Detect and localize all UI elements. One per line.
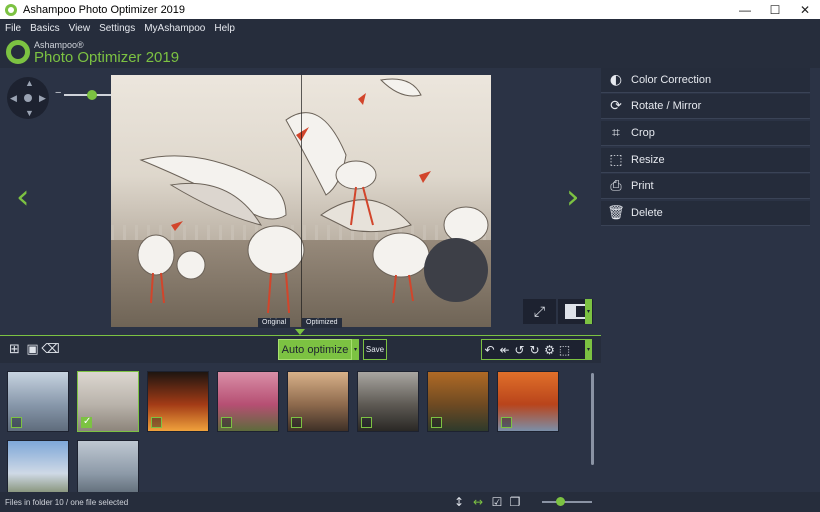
clear-broom-icon[interactable]: ⌫	[41, 341, 59, 357]
panel-item-rotate-mirror[interactable]: ⟳ Rotate / Mirror	[601, 94, 810, 119]
panel-item-resize[interactable]: ⬚ Resize	[601, 148, 810, 173]
next-image-button[interactable]: ›	[566, 180, 580, 214]
comparison-divider[interactable]	[301, 75, 302, 327]
panel-item-crop[interactable]: ⌗ Crop	[601, 121, 810, 146]
brand-product: Photo Optimizer 2019	[34, 49, 180, 66]
rotate-icon: ⟳	[610, 98, 622, 114]
menu-bar: File Basics View Settings MyAshampoo Hel…	[0, 19, 820, 37]
rotate-left-icon[interactable]: ↺	[512, 343, 527, 357]
crop-icon: ⌗	[612, 125, 620, 141]
zoom-knob[interactable]	[87, 90, 97, 100]
preview-image[interactable]	[111, 75, 491, 327]
menu-basics[interactable]: Basics	[30, 23, 59, 34]
previous-image-button[interactable]: ‹	[16, 180, 30, 214]
brand-header: Ashampoo® Photo Optimizer 2019	[0, 37, 820, 68]
split-view-icon	[564, 304, 587, 319]
save-button[interactable]: Save	[363, 339, 387, 360]
thumbnail-checkbox[interactable]	[81, 416, 92, 428]
thumbnail-checkbox[interactable]	[501, 417, 512, 428]
thumbnail-checkbox[interactable]	[151, 417, 162, 428]
file-count-status: Files in folder 10 / one file selected	[5, 497, 129, 507]
thumbnail-autumn-temple[interactable]	[427, 371, 489, 432]
thumbnail-checkbox[interactable]	[431, 417, 442, 428]
brand-logo-icon	[6, 40, 30, 64]
print-icon: ⎙	[610, 178, 622, 194]
panel-item-label: Rotate / Mirror	[631, 100, 702, 112]
thumbnail-storm-clouds[interactable]	[357, 371, 419, 432]
menu-myashampoo[interactable]: MyAshampoo	[144, 23, 205, 34]
panel-item-label: Crop	[631, 127, 655, 139]
thumbnail-checkbox[interactable]	[221, 417, 232, 428]
title-bar: Ashampoo Photo Optimizer 2019 — ☐ ✕	[0, 0, 820, 19]
undo-all-icon[interactable]: ↞	[497, 343, 512, 357]
thumbnail-skyscrapers[interactable]	[7, 371, 69, 432]
thumbnail-checkbox[interactable]	[361, 417, 372, 428]
pan-left-icon[interactable]: ◀	[10, 93, 17, 104]
menu-view[interactable]: View	[69, 23, 91, 34]
undo-icon[interactable]: ↶	[482, 343, 497, 357]
panel-item-label: Print	[631, 180, 654, 192]
thumbnail-checkbox[interactable]	[291, 417, 302, 428]
optimized-label: Optimized	[302, 318, 342, 328]
check-all-icon[interactable]: ☑	[490, 495, 504, 509]
panel-item-label: Color Correction	[631, 74, 712, 86]
pan-right-icon[interactable]: ▶	[39, 93, 46, 104]
thumbnail-autumn-tree[interactable]	[497, 371, 559, 432]
thumbnail-size-slider[interactable]	[542, 501, 592, 503]
auto-optimize-button[interactable]: Auto optimize	[278, 339, 352, 360]
toolbar-dropdown[interactable]: ▾	[585, 339, 592, 360]
panel-item-color-correction[interactable]: ◐ Color Correction	[601, 68, 810, 93]
panel-item-label: Delete	[631, 207, 663, 219]
thumbnail-grid	[0, 363, 601, 501]
menu-file[interactable]: File	[5, 23, 21, 34]
panel-item-delete[interactable]: 🗑 Delete	[601, 201, 810, 226]
menu-help[interactable]: Help	[214, 23, 235, 34]
thumbnail-checkbox[interactable]	[11, 417, 22, 428]
menu-settings[interactable]: Settings	[99, 23, 135, 34]
rotate-right-icon[interactable]: ↻	[527, 343, 542, 357]
pan-up-icon[interactable]: ▲	[25, 78, 34, 88]
thumbnail-seagulls[interactable]	[77, 371, 139, 432]
rotate-toolbar: ↶ ↞ ↺ ↻ ⚙ ⬚	[481, 339, 592, 360]
pan-navigator[interactable]: ▲ ▼ ◀ ▶	[7, 77, 49, 119]
original-label: Original	[258, 318, 291, 328]
app-logo-icon	[5, 3, 17, 16]
pan-down-icon[interactable]: ▼	[25, 108, 34, 118]
comparison-view-dropdown[interactable]: ▾	[585, 299, 592, 324]
horizontal-layout-icon[interactable]: ↔	[471, 495, 485, 509]
status-bar: Files in folder 10 / one file selected ↕…	[0, 492, 820, 512]
color-correction-icon: ◐	[609, 72, 623, 88]
expand-icon: ⤢	[533, 303, 546, 319]
thumbnail-blossoms[interactable]	[217, 371, 279, 432]
close-button[interactable]: ✕	[790, 0, 820, 19]
thumbnail-scrollbar[interactable]	[591, 373, 594, 465]
action-toolbar: ⊞ ▣ ⌫ Auto optimize ▾ Save ↶ ↞ ↺ ↻ ⚙ ⬚ ▾	[0, 335, 601, 363]
add-folder-icon[interactable]: ▣	[25, 341, 40, 357]
edit-panel: ◐ Color Correction ⟳ Rotate / Mirror ⌗ C…	[601, 68, 820, 492]
thumbnail-bridge-sunset[interactable]	[287, 371, 349, 432]
window-title: Ashampoo Photo Optimizer 2019	[23, 3, 186, 16]
thumbnail-city-night[interactable]	[147, 371, 209, 432]
panel-item-label: Resize	[631, 154, 665, 166]
fullscreen-button[interactable]: ⤢	[523, 299, 556, 324]
image-viewer: ▲ ▼ ◀ ▶ − + ‹ ›	[0, 68, 601, 335]
maximize-button[interactable]: ☐	[760, 0, 790, 19]
panel-item-print[interactable]: ⎙ Print	[601, 174, 810, 199]
add-files-icon[interactable]: ⊞	[7, 341, 22, 357]
pan-center-icon[interactable]	[24, 94, 32, 102]
auto-optimize-dropdown[interactable]: ▾	[352, 339, 359, 360]
zoom-out-icon[interactable]: −	[55, 87, 61, 99]
vertical-layout-icon[interactable]: ↕	[452, 495, 466, 509]
minimize-button[interactable]: —	[730, 0, 760, 19]
trash-icon: 🗑	[607, 205, 625, 221]
select-all-icon[interactable]: ⬚	[557, 343, 572, 357]
thumbnail-size-knob[interactable]	[555, 497, 565, 506]
multi-select-icon[interactable]: ❐	[508, 495, 522, 509]
gear-icon[interactable]: ⚙	[542, 343, 557, 357]
resize-icon: ⬚	[609, 152, 623, 168]
